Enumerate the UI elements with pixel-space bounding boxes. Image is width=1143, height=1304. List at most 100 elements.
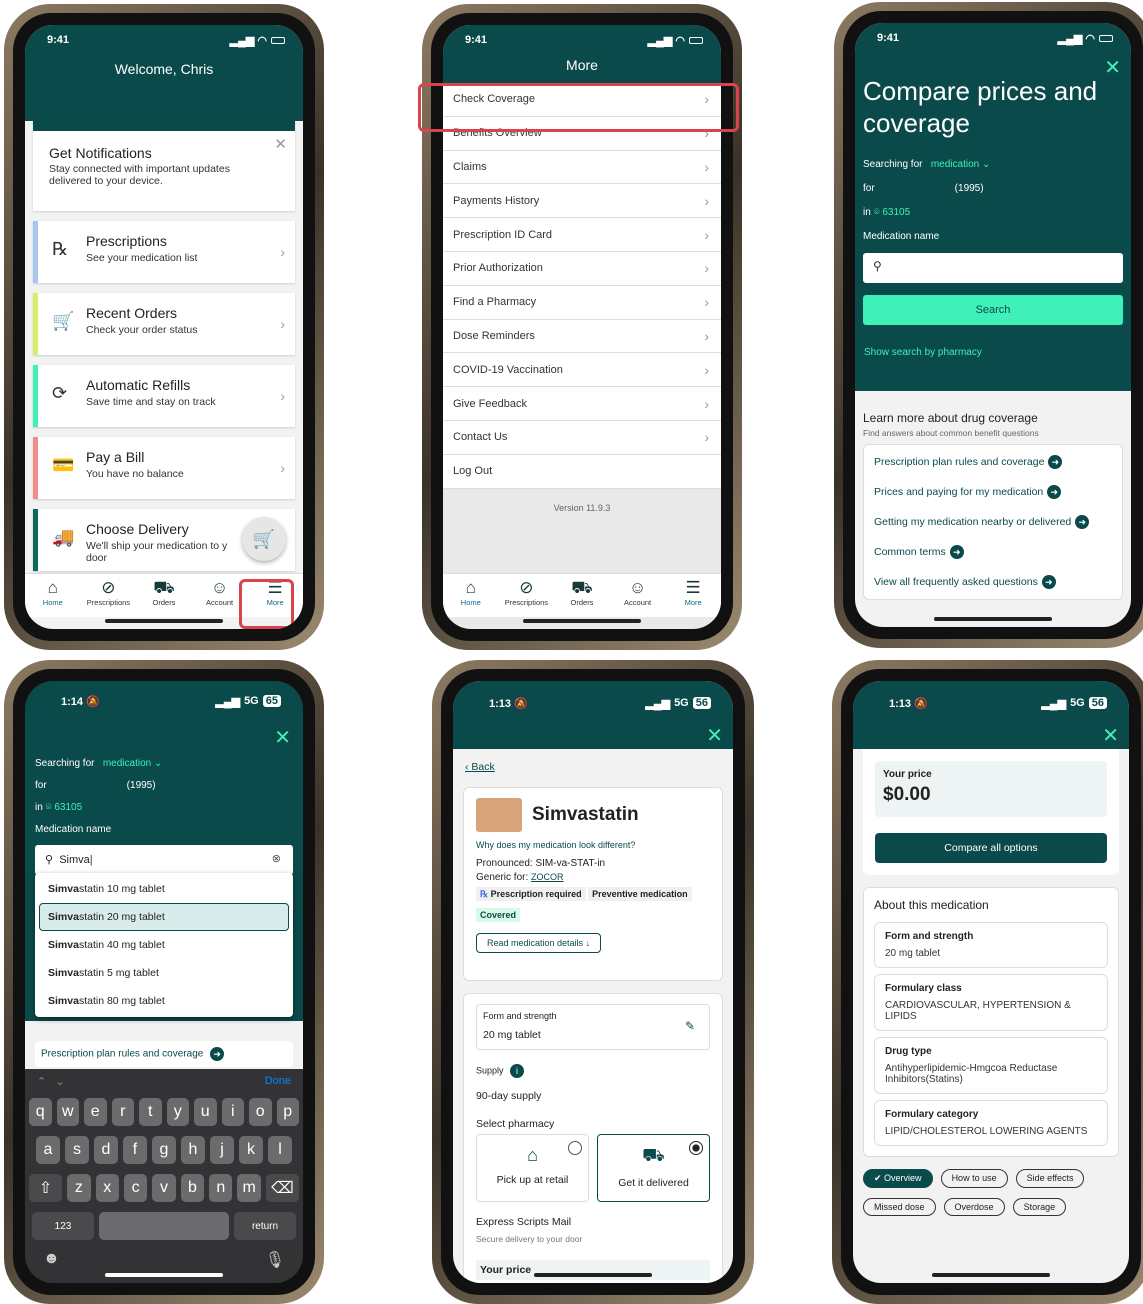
key-p[interactable]: p: [276, 1098, 299, 1126]
menu-item-contact-us[interactable]: Contact Us ›: [443, 420, 721, 455]
tab-prescriptions[interactable]: ⊘ Prescriptions: [500, 578, 552, 607]
suggestion-item[interactable]: Simvastatin 80 mg tablet: [39, 987, 289, 1015]
close-icon[interactable]: ✕: [706, 723, 723, 748]
close-icon[interactable]: ✕: [1102, 723, 1119, 748]
suggestion-item[interactable]: Simvastatin 20 mg tablet: [39, 903, 289, 931]
menu-item-dose-reminders[interactable]: Dose Reminders ›: [443, 319, 721, 354]
shift-key[interactable]: ⇧: [29, 1174, 63, 1202]
menu-item-prior-authorization[interactable]: Prior Authorization ›: [443, 251, 721, 286]
suggestion-item[interactable]: Simvastatin 40 mg tablet: [39, 931, 289, 959]
faq-link[interactable]: Common terms ➜: [864, 537, 1122, 567]
key-r[interactable]: r: [111, 1098, 134, 1126]
pickup-option[interactable]: ⌂ Pick up at retail: [476, 1134, 589, 1202]
faq-link[interactable]: Prescription plan rules and coverage ➜: [35, 1041, 293, 1067]
key-c[interactable]: c: [123, 1174, 148, 1202]
clear-icon[interactable]: ⊗: [272, 852, 281, 865]
chip-side-effects[interactable]: Side effects: [1015, 1169, 1085, 1188]
key-a[interactable]: a: [36, 1136, 60, 1164]
delivery-option[interactable]: ⛟ Get it delivered: [597, 1134, 710, 1202]
key-j[interactable]: j: [210, 1136, 234, 1164]
numbers-key[interactable]: 123: [32, 1212, 94, 1240]
back-link[interactable]: ‹ Back: [453, 749, 733, 773]
emoji-icon[interactable]: ☻: [43, 1250, 60, 1270]
key-o[interactable]: o: [249, 1098, 272, 1126]
notification-card[interactable]: Get Notifications Stay connected with im…: [33, 121, 295, 211]
search-button[interactable]: Search: [863, 295, 1123, 325]
return-key[interactable]: return: [234, 1212, 296, 1240]
key-z[interactable]: z: [67, 1174, 91, 1202]
key-b[interactable]: b: [180, 1174, 205, 1202]
menu-item-log-out[interactable]: Log Out: [443, 454, 721, 489]
zip-link[interactable]: ⌾ 63105: [874, 207, 911, 218]
tab-home[interactable]: ⌂ Home: [27, 578, 79, 607]
menu-item-claims[interactable]: Claims ›: [443, 150, 721, 185]
key-g[interactable]: g: [152, 1136, 176, 1164]
key-u[interactable]: u: [194, 1098, 217, 1126]
suggestion-item[interactable]: Simvastatin 5 mg tablet: [39, 959, 289, 987]
close-icon[interactable]: ✕: [1104, 55, 1121, 80]
menu-item-give-feedback[interactable]: Give Feedback ›: [443, 387, 721, 421]
tab-account[interactable]: ☺ Account: [612, 578, 664, 607]
key-v[interactable]: v: [152, 1174, 176, 1202]
key-f[interactable]: f: [123, 1136, 147, 1164]
faq-link[interactable]: Getting my medication nearby or delivere…: [864, 507, 1122, 537]
generic-link[interactable]: ZOCOR: [531, 872, 564, 882]
chip-missed-dose[interactable]: Missed dose: [863, 1198, 936, 1216]
key-h[interactable]: h: [181, 1136, 205, 1164]
menu-item-find-a-pharmacy[interactable]: Find a Pharmacy ›: [443, 285, 721, 320]
show-pharmacy-link[interactable]: Show search by pharmacy: [855, 325, 1131, 358]
key-w[interactable]: w: [56, 1098, 79, 1126]
tab-home[interactable]: ⌂ Home: [445, 578, 497, 607]
medication-dropdown[interactable]: medication ⌄: [103, 758, 163, 769]
key-t[interactable]: t: [139, 1098, 162, 1126]
info-icon[interactable]: i: [510, 1064, 525, 1078]
home-card-pay-a-bill[interactable]: 💳 Pay a Bill You have no balance ›: [33, 437, 295, 499]
form-strength-field[interactable]: Form and strength 20 mg tablet ✎: [476, 1004, 710, 1050]
zip-link[interactable]: ⌾ 63105: [46, 802, 83, 813]
delivery-fab[interactable]: 🛒: [242, 517, 286, 561]
key-i[interactable]: i: [221, 1098, 244, 1126]
suggestion-item[interactable]: Simvastatin 10 mg tablet: [39, 875, 289, 903]
space-key[interactable]: [99, 1212, 229, 1240]
faq-link[interactable]: Prices and paying for my medication ➜: [864, 477, 1122, 507]
faq-link[interactable]: View all frequently asked questions ➜: [864, 567, 1122, 597]
key-d[interactable]: d: [94, 1136, 118, 1164]
search-input[interactable]: ⚲ Simva| ⊗: [35, 845, 293, 875]
home-card-automatic-refills[interactable]: ⟳ Automatic Refills Save time and stay on …: [33, 365, 295, 427]
key-s[interactable]: s: [65, 1136, 89, 1164]
read-details-button[interactable]: Read medication details ↓: [476, 933, 602, 953]
tab-orders[interactable]: ⛟ Orders: [556, 578, 608, 607]
microphone-icon[interactable]: 🎙: [265, 1250, 285, 1270]
close-icon[interactable]: ✕: [274, 725, 291, 750]
home-card-recent-orders[interactable]: 🛒 Recent Orders Check your order status ›: [33, 293, 295, 355]
key-m[interactable]: m: [237, 1174, 261, 1202]
backspace-key[interactable]: ⌫: [265, 1174, 300, 1202]
menu-item-payments-history[interactable]: Payments History ›: [443, 184, 721, 219]
faq-link[interactable]: Prescription plan rules and coverage ➜: [864, 447, 1122, 477]
key-q[interactable]: q: [29, 1098, 52, 1126]
tab-account[interactable]: ☺ Account: [194, 578, 246, 607]
done-button[interactable]: Done: [265, 1075, 291, 1088]
key-n[interactable]: n: [209, 1174, 233, 1202]
tab-more[interactable]: ☰ More: [667, 578, 719, 607]
look-different-link[interactable]: Why does my medication look different?: [476, 840, 710, 850]
tab-orders[interactable]: ⛟ Orders: [138, 578, 190, 607]
close-icon[interactable]: ✕: [274, 135, 287, 153]
compare-options-button[interactable]: Compare all options: [875, 833, 1107, 863]
chip-storage[interactable]: Storage: [1012, 1198, 1067, 1216]
key-l[interactable]: l: [268, 1136, 292, 1164]
tab-prescriptions[interactable]: ⊘ Prescriptions: [82, 578, 134, 607]
key-x[interactable]: x: [95, 1174, 119, 1202]
medication-dropdown[interactable]: medication ⌄: [931, 159, 991, 170]
menu-item-covid-19-vaccination[interactable]: COVID-19 Vaccination ›: [443, 353, 721, 388]
key-y[interactable]: y: [166, 1098, 189, 1126]
home-card-prescriptions[interactable]: ℞ Prescriptions See your medication list ›: [33, 221, 295, 283]
chip-how-to-use[interactable]: How to use: [940, 1169, 1008, 1188]
menu-item-prescription-id-card[interactable]: Prescription ID Card ›: [443, 218, 721, 252]
chip-overview[interactable]: ✔ Overview: [863, 1169, 933, 1188]
search-input[interactable]: ⚲: [863, 253, 1123, 283]
key-k[interactable]: k: [239, 1136, 263, 1164]
key-e[interactable]: e: [84, 1098, 107, 1126]
chip-overdose[interactable]: Overdose: [943, 1198, 1005, 1216]
edit-icon[interactable]: ✎: [685, 1019, 695, 1033]
